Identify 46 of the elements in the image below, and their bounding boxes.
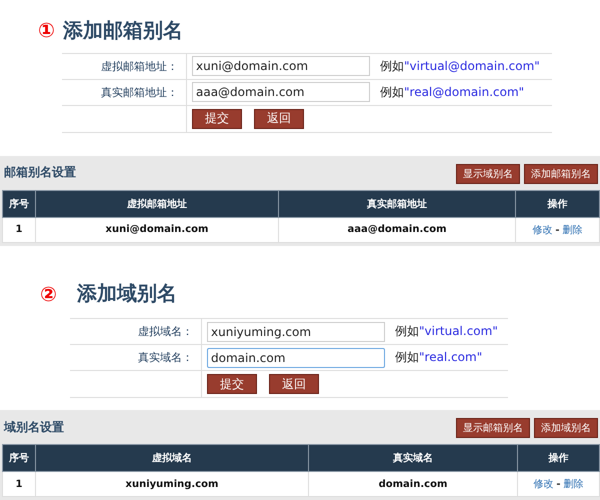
section-title: 添加域别名 [76,280,177,308]
back-button[interactable]: 返回 [269,374,319,394]
column-header: 虚拟域名 [36,444,308,472]
table-cell: aaa@domain.com [278,217,516,242]
field-label: 真实邮箱地址： [62,80,187,106]
section-title: 添加邮箱别名 [62,16,183,44]
show-button[interactable]: 显示邮箱别名 [456,418,530,438]
input-field[interactable]: xuniyuming.com [207,322,385,342]
field-label: 真实域名： [70,345,202,371]
input-field[interactable]: aaa@domain.com [192,82,370,102]
edit-link[interactable]: 修改 [532,224,552,236]
example-text: 例如"real@domain.com" [380,84,524,101]
table-cell: xuniyuming.com [36,472,308,496]
delete-link[interactable]: 删除 [564,479,584,490]
field-label: 虚拟邮箱地址： [62,54,187,80]
separator-text: - [555,224,560,236]
column-header: 真实域名 [308,444,518,472]
field-label: 虚拟域名： [70,319,202,345]
column-header: 操作 [518,444,600,472]
back-button[interactable]: 返回 [254,108,304,129]
column-header: 虚拟邮箱地址 [36,190,278,218]
panel-title: 邮箱别名设置 [3,164,76,182]
input-field[interactable]: domain.com [207,348,385,368]
column-header: 序号 [2,190,36,218]
delete-link[interactable]: 删除 [562,224,583,236]
step-number: ① [38,20,55,40]
separator-text: - [556,479,561,490]
table-cell: 1 [2,472,36,496]
example-text: 例如"real.com" [395,349,482,366]
example-text: 例如"virtual@domain.com" [380,58,540,75]
table-cell: 1 [2,217,36,242]
column-header: 操作 [516,190,600,218]
column-header: 真实邮箱地址 [278,190,516,218]
column-header: 序号 [2,444,36,472]
submit-button[interactable]: 提交 [207,374,257,394]
example-text: 例如"virtual.com" [395,323,498,340]
show-button[interactable]: 显示域别名 [456,164,520,184]
panel-title: 域别名设置 [2,418,64,436]
input-field[interactable]: xuni@domain.com [192,56,370,76]
step-number: ② [40,284,57,304]
add-button[interactable]: 添加邮箱别名 [524,164,598,184]
edit-link[interactable]: 修改 [533,479,554,490]
table-cell: xuni@domain.com [36,217,278,242]
table-cell: domain.com [308,472,518,496]
submit-button[interactable]: 提交 [192,108,242,129]
add-button[interactable]: 添加域别名 [534,418,598,438]
